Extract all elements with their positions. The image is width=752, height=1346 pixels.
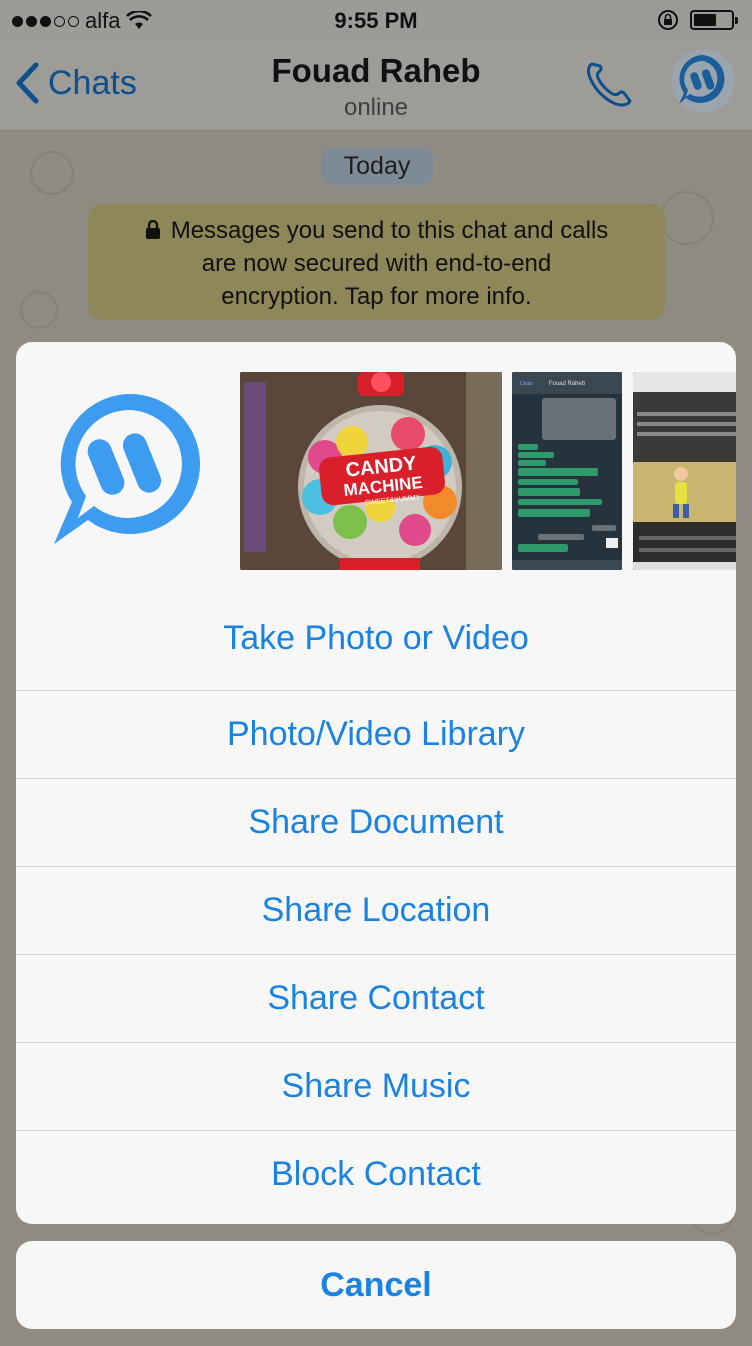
photo-thumbnail[interactable]: CANDY MACHINE SWEET&YUMMY (240, 372, 502, 570)
share-location-button[interactable]: Share Location (16, 866, 736, 954)
contact-name[interactable]: Fouad Raheb (0, 52, 752, 90)
share-music-button[interactable]: Share Music (16, 1042, 736, 1130)
lock-icon (145, 220, 160, 239)
share-contact-button[interactable]: Share Contact (16, 954, 736, 1042)
encryption-line-1: Messages you send to this chat and calls (88, 214, 665, 247)
desktop-screenshot-image (633, 372, 736, 570)
photo-library-button[interactable]: Photo/Video Library (16, 690, 736, 778)
take-photo-button[interactable]: Take Photo or Video (16, 586, 736, 690)
cancel-button[interactable]: Cancel (16, 1241, 736, 1329)
block-contact-button[interactable]: Block Contact (16, 1130, 736, 1218)
chat-screenshot-image: Fouad Raheb Chats (512, 372, 622, 570)
action-list: Take Photo or Video Photo/Video Library … (16, 586, 736, 1218)
status-right (656, 8, 738, 32)
contact-status: online (343, 94, 409, 121)
svg-text:Chats: Chats (520, 381, 534, 387)
photo-thumbnail[interactable]: Fouad Raheb Chats (512, 372, 622, 570)
svg-text:Fouad Raheb: Fouad Raheb (549, 381, 586, 387)
photo-thumbnail[interactable] (633, 372, 736, 570)
battery-icon (690, 10, 738, 30)
share-document-button[interactable]: Share Document (16, 778, 736, 866)
rotation-lock-icon (658, 10, 678, 30)
status-bar: alfa 9:55 PM (0, 0, 752, 40)
encryption-line-2: are now secured with end-to-end (201, 250, 552, 277)
phone-icon[interactable] (582, 58, 636, 110)
encryption-line-3: encryption. Tap for more info. (221, 283, 532, 310)
encryption-notice[interactable]: Messages you send to this chat and calls… (88, 204, 665, 320)
status-time: 9:55 PM (334, 8, 418, 33)
app-logo-icon (54, 394, 200, 544)
contact-avatar[interactable] (670, 48, 736, 114)
attachment-action-sheet: CANDY MACHINE SWEET&YUMMY Fouad Raheb Ch… (16, 342, 736, 1224)
candy-machine-image: CANDY MACHINE SWEET&YUMMY (240, 372, 502, 570)
date-chip: Today (321, 147, 433, 185)
nav-bar: Chats Fouad Raheb online (0, 40, 752, 131)
sheet-header: CANDY MACHINE SWEET&YUMMY Fouad Raheb Ch… (16, 342, 736, 584)
recent-photos-strip[interactable]: CANDY MACHINE SWEET&YUMMY Fouad Raheb Ch… (240, 372, 736, 570)
